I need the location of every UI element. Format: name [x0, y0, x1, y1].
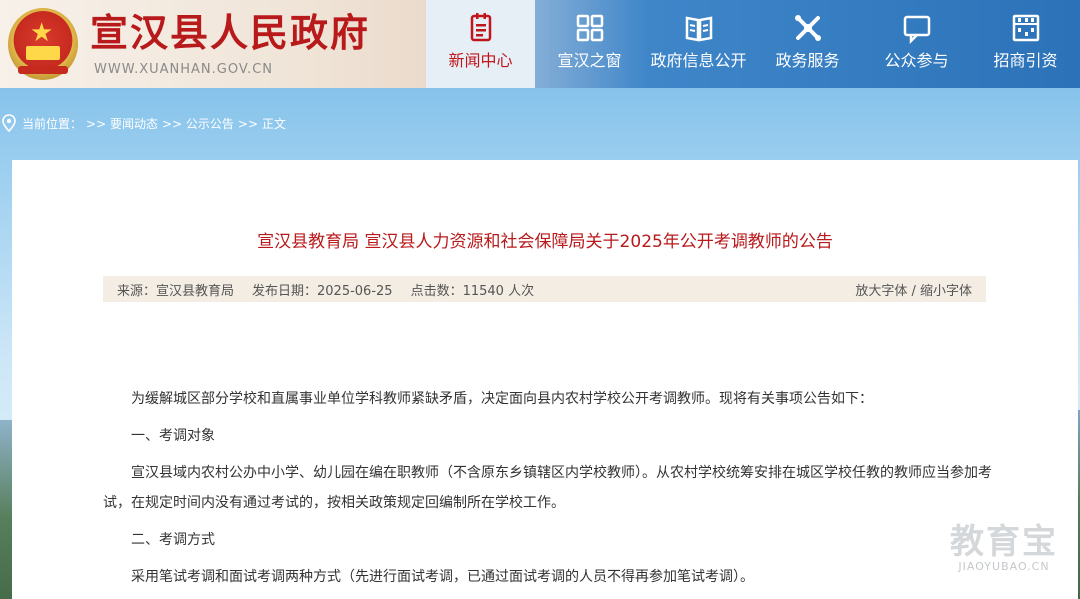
nav-label: 新闻中心 [448, 51, 513, 70]
chat-icon [903, 15, 930, 44]
newspaper-icon [470, 13, 491, 42]
nav-item-public-participation[interactable]: 公众参与 [862, 0, 971, 88]
main-nav: 新闻中心 宣汉之窗 政府信息公开 政务服务 公众参与 招商引资 [426, 0, 1080, 88]
breadcrumb-current: >> 正文 [237, 116, 286, 131]
font-ctrl-separator: / [907, 283, 920, 299]
article-paragraph: 为缓解城区部分学校和直属事业单位学科教师紧缺矛盾，决定面向县内农村学校公开考调教… [131, 391, 873, 407]
article-title: 宣汉县教育局 宣汉县人力资源和社会保障局关于2025年公开考调教师的公告 [257, 232, 833, 252]
book-icon [685, 16, 712, 42]
nav-label: 公众参与 [884, 51, 949, 70]
location-pin-icon [2, 114, 16, 132]
nav-label: 政府信息公开 [650, 51, 747, 70]
article-meta-bar: 来源：宣汉县教育局 发布日期：2025-06-25 点击数：11540 人次 放… [103, 276, 986, 302]
jiaoyubao-watermark: 教育宝 JIAOYUBAO.CN [950, 524, 1058, 574]
article-clicks: 点击数：11540 人次 [410, 283, 535, 299]
watermark-brand: 教育宝 [950, 522, 1058, 562]
breadcrumb-link-notices[interactable]: >> 公示公告 [162, 115, 234, 132]
breadcrumb-link-news[interactable]: >> 要闻动态 [86, 115, 158, 132]
site-header: ★ 宣汉县人民政府 WWW.XUANHAN.GOV.CN 新闻中心 宣汉之窗 政… [0, 0, 1080, 88]
national-emblem-logo: ★ [8, 8, 78, 80]
font-size-controls: 放大字体 / 缩小字体 [855, 280, 972, 299]
breadcrumb-prefix: 当前位置： [22, 116, 83, 131]
abacus-icon [1012, 14, 1039, 42]
article-source: 来源：宣汉县教育局 [117, 283, 235, 299]
article-paragraph: 宣汉县域内农村公办中小学、幼儿园在编在职教师（不含原东乡镇辖区内学校教师）。从农… [103, 465, 992, 511]
shrink-font-link[interactable]: 缩小字体 [920, 284, 972, 299]
site-title[interactable]: 宣汉县人民政府 [90, 10, 370, 56]
breadcrumb: 当前位置： >> 要闻动态 >> 公示公告 >> 正文 [0, 112, 290, 134]
service-icon [794, 15, 821, 41]
grid-icon [576, 14, 603, 42]
nav-label: 招商引资 [993, 51, 1058, 70]
section-heading: 一、考调对象 [131, 428, 215, 444]
nav-item-gov-info[interactable]: 政府信息公开 [644, 0, 753, 88]
watermark-domain: JIAOYUBAO.CN [958, 560, 1050, 573]
enlarge-font-link[interactable]: 放大字体 [855, 284, 907, 299]
nav-label: 宣汉之窗 [557, 51, 622, 70]
section-heading: 二、考调方式 [131, 532, 215, 548]
nav-item-gov-service[interactable]: 政务服务 [753, 0, 862, 88]
article-date: 发布日期：2025-06-25 [252, 283, 393, 299]
nav-item-xuanhan-window[interactable]: 宣汉之窗 [535, 0, 644, 88]
site-url: WWW.XUANHAN.GOV.CN [94, 62, 273, 77]
article-panel: 宣汉县教育局 宣汉县人力资源和社会保障局关于2025年公开考调教师的公告 来源：… [12, 160, 1078, 599]
background-scenery [0, 420, 12, 599]
nav-item-news-center[interactable]: 新闻中心 [426, 0, 535, 88]
article-paragraph: 采用笔试考调和面试考调两种方式（先进行面试考调，已通过面试考调的人员不得再参加笔… [131, 569, 754, 585]
article-body: 为缓解城区部分学校和直属事业单位学科教师紧缺矛盾，决定面向县内农村学校公开考调教… [103, 384, 1000, 599]
nav-label: 政务服务 [775, 51, 840, 70]
nav-item-investment[interactable]: 招商引资 [971, 0, 1080, 88]
